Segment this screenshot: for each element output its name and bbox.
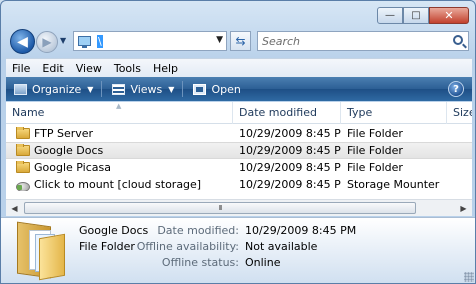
menu-view[interactable]: View [70, 62, 108, 75]
menu-tools[interactable]: Tools [108, 62, 147, 75]
maximize-button[interactable]: □ [403, 7, 429, 24]
search-box[interactable] [257, 31, 469, 51]
details-offline-value: Not available [245, 240, 318, 253]
organize-dropdown-icon: ▼ [87, 84, 94, 94]
file-date: 10/29/2009 8:45 PM [239, 127, 341, 140]
organize-label: Organize [32, 82, 82, 96]
list-item[interactable]: Google Docs 10/29/2009 8:45 PM File Fold… [6, 142, 472, 159]
menu-help[interactable]: Help [147, 62, 184, 75]
file-type: Storage Mounter [347, 178, 440, 191]
organize-icon [14, 83, 27, 95]
address-dropdown-icon[interactable]: ▼ [216, 35, 223, 45]
list-item[interactable]: FTP Server 10/29/2009 8:45 PM File Folde… [6, 125, 472, 142]
resize-grip-icon[interactable] [464, 272, 474, 282]
list-item[interactable]: Click to mount [cloud storage] 10/29/200… [6, 176, 472, 193]
open-icon [193, 83, 207, 95]
file-type: File Folder [347, 161, 403, 174]
file-name-cell: Click to mount [cloud storage] [6, 178, 233, 191]
views-icon [112, 83, 126, 95]
menu-file[interactable]: File [6, 62, 36, 75]
computer-icon [78, 36, 91, 48]
scrollbar-grip-icon: III [218, 204, 222, 212]
column-header-size[interactable]: Size [447, 102, 472, 124]
file-name-cell: FTP Server [6, 127, 233, 140]
toolbar-divider [182, 81, 184, 97]
toolbar-divider [101, 81, 103, 97]
organize-button[interactable]: Organize ▼ [14, 83, 93, 96]
recent-pages-dropdown-icon[interactable]: ▼ [60, 36, 66, 45]
details-date-value: 10/29/2009 8:45 PM [245, 224, 357, 237]
scroll-right-icon[interactable]: ▶ [455, 200, 472, 216]
address-bar[interactable]: \ ▼ [73, 31, 227, 51]
column-header-type[interactable]: Type [341, 102, 447, 124]
details-pane: Google Docs File Folder Date modified: 1… [1, 217, 475, 283]
views-button[interactable]: Views ▼ [112, 83, 174, 96]
file-date: 10/29/2009 8:45 PM [239, 144, 341, 157]
file-rows: FTP Server 10/29/2009 8:45 PM File Folde… [6, 125, 472, 193]
column-headers: ▲ Name Date modified Type Size [6, 102, 472, 124]
details-offline-label: Offline availability: [136, 240, 239, 253]
horizontal-scrollbar[interactable]: ◀ III ▶ [6, 199, 472, 216]
file-date: 10/29/2009 8:45 PM [239, 178, 341, 191]
file-type: File Folder [347, 144, 403, 157]
search-input[interactable] [262, 34, 442, 48]
storage-mounter-icon [16, 179, 30, 191]
views-label: Views [130, 82, 163, 96]
minimize-button[interactable]: — [377, 7, 403, 24]
file-type: File Folder [347, 127, 403, 140]
menu-edit[interactable]: Edit [36, 62, 69, 75]
file-name: FTP Server [34, 127, 94, 140]
close-button[interactable]: ✕ [429, 7, 469, 24]
refresh-icon: ⇆ [235, 34, 246, 48]
list-item[interactable]: Google Picasa 10/29/2009 8:45 PM File Fo… [6, 159, 472, 176]
details-date-label: Date modified: [157, 224, 239, 237]
search-icon[interactable] [453, 35, 463, 45]
column-header-name[interactable]: ▲ Name [6, 102, 233, 124]
explorer-window: — □ ✕ ◀ ▶ ▼ \ ▼ ⇆ File Edit View Tools H… [0, 0, 476, 284]
folder-icon [16, 127, 30, 139]
column-header-date[interactable]: Date modified [233, 102, 341, 124]
file-name-cell: Google Docs [6, 144, 233, 157]
caption-buttons: — □ ✕ [377, 7, 469, 24]
details-status-value: Online [245, 256, 281, 269]
file-name: Click to mount [cloud storage] [34, 178, 202, 191]
large-folder-icon [15, 221, 67, 281]
refresh-button[interactable]: ⇆ [230, 31, 251, 51]
details-status-label: Offline status: [161, 256, 239, 269]
folder-icon [16, 144, 30, 156]
views-dropdown-icon: ▼ [168, 84, 175, 94]
help-button[interactable]: ? [448, 81, 464, 97]
open-label: Open [211, 82, 241, 96]
file-name-cell: Google Picasa [6, 161, 233, 174]
command-bar: Organize ▼ Views ▼ Open ? [6, 77, 472, 101]
address-text[interactable]: \ [97, 34, 103, 48]
scroll-left-icon[interactable]: ◀ [6, 200, 23, 216]
file-name: Google Picasa [34, 161, 111, 174]
folder-icon [16, 161, 30, 173]
file-date: 10/29/2009 8:45 PM [239, 161, 341, 174]
menu-bar: File Edit View Tools Help [6, 58, 472, 77]
back-button[interactable]: ◀ [10, 29, 35, 54]
sort-arrow-icon: ▲ [116, 102, 122, 110]
scrollbar-thumb[interactable]: III [24, 202, 416, 214]
file-name: Google Docs [34, 144, 104, 157]
open-button[interactable]: Open [193, 82, 241, 96]
forward-button[interactable]: ▶ [36, 31, 58, 53]
column-header-name-label: Name [12, 106, 45, 119]
